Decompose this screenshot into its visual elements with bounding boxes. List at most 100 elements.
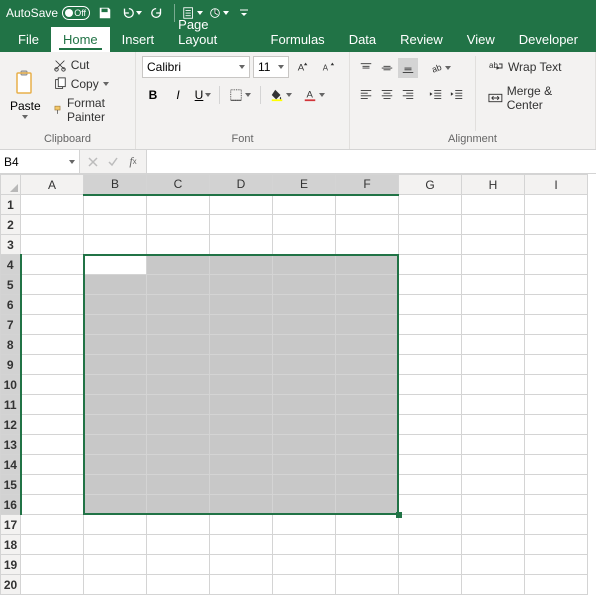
cell[interactable]	[525, 315, 588, 335]
cell[interactable]	[525, 295, 588, 315]
decrease-font-button[interactable]: A	[317, 56, 339, 78]
cell[interactable]	[210, 555, 273, 575]
bold-button[interactable]: B	[142, 84, 164, 106]
underline-button[interactable]: U	[192, 84, 214, 106]
italic-button[interactable]: I	[167, 84, 189, 106]
cell[interactable]	[336, 575, 399, 595]
align-middle-button[interactable]	[377, 58, 397, 78]
cell[interactable]	[525, 355, 588, 375]
cell[interactable]	[273, 495, 336, 515]
cell[interactable]	[336, 535, 399, 555]
tab-page-layout[interactable]: Page Layout	[166, 12, 258, 52]
cell[interactable]	[462, 515, 525, 535]
cell[interactable]	[21, 375, 84, 395]
cell[interactable]	[84, 415, 147, 435]
cell[interactable]	[273, 515, 336, 535]
cell[interactable]	[525, 395, 588, 415]
cell[interactable]	[147, 555, 210, 575]
cell[interactable]	[147, 375, 210, 395]
wrap-text-button[interactable]: ab Wrap Text	[484, 58, 589, 76]
column-header[interactable]: F	[336, 175, 399, 195]
cell[interactable]	[273, 455, 336, 475]
cell[interactable]	[462, 215, 525, 235]
paste-button[interactable]: Paste	[6, 56, 45, 131]
cell[interactable]	[273, 535, 336, 555]
tab-data[interactable]: Data	[337, 27, 388, 52]
cell[interactable]	[273, 335, 336, 355]
cell[interactable]	[525, 515, 588, 535]
cell[interactable]	[399, 555, 462, 575]
cell[interactable]	[525, 475, 588, 495]
cell[interactable]	[210, 355, 273, 375]
cell[interactable]	[21, 275, 84, 295]
name-box-input[interactable]	[4, 155, 58, 169]
row-header[interactable]: 13	[1, 435, 21, 455]
font-name-combo[interactable]: Calibri	[142, 56, 250, 78]
cell[interactable]	[399, 475, 462, 495]
cut-button[interactable]: Cut	[49, 56, 129, 74]
cell[interactable]	[462, 475, 525, 495]
cell[interactable]	[210, 215, 273, 235]
cell[interactable]	[462, 295, 525, 315]
cell[interactable]	[399, 355, 462, 375]
cell[interactable]	[399, 575, 462, 595]
tab-formulas[interactable]: Formulas	[259, 27, 337, 52]
cell[interactable]	[210, 255, 273, 275]
cell[interactable]	[336, 335, 399, 355]
cell[interactable]	[84, 235, 147, 255]
cell[interactable]	[525, 335, 588, 355]
cell[interactable]	[462, 315, 525, 335]
row-header[interactable]: 12	[1, 415, 21, 435]
row-header[interactable]: 5	[1, 275, 21, 295]
cell[interactable]	[273, 315, 336, 335]
redo-button[interactable]	[146, 2, 168, 24]
cell[interactable]	[525, 455, 588, 475]
tab-review[interactable]: Review	[388, 27, 455, 52]
cell[interactable]	[210, 535, 273, 555]
cell[interactable]	[462, 335, 525, 355]
column-header[interactable]: I	[525, 175, 588, 195]
cell[interactable]	[84, 455, 147, 475]
cell[interactable]	[462, 415, 525, 435]
cell[interactable]	[399, 275, 462, 295]
font-size-combo[interactable]: 11	[253, 56, 289, 78]
cell[interactable]	[21, 495, 84, 515]
cell[interactable]	[336, 255, 399, 275]
cell[interactable]	[210, 335, 273, 355]
cell[interactable]	[399, 515, 462, 535]
cell[interactable]	[147, 495, 210, 515]
cell[interactable]	[84, 575, 147, 595]
fill-color-button[interactable]	[266, 84, 296, 106]
undo-button[interactable]	[120, 2, 142, 24]
cell[interactable]	[84, 475, 147, 495]
cell[interactable]	[210, 495, 273, 515]
cell[interactable]	[147, 255, 210, 275]
align-left-button[interactable]	[356, 84, 376, 104]
cell[interactable]	[21, 535, 84, 555]
cell[interactable]	[21, 335, 84, 355]
cell[interactable]	[147, 415, 210, 435]
cell[interactable]	[336, 395, 399, 415]
cell[interactable]	[399, 415, 462, 435]
cell[interactable]	[273, 255, 336, 275]
cell[interactable]	[147, 515, 210, 535]
cell[interactable]	[147, 475, 210, 495]
cell[interactable]	[336, 195, 399, 215]
cell[interactable]	[336, 295, 399, 315]
cell[interactable]	[147, 275, 210, 295]
cell[interactable]	[21, 235, 84, 255]
cell[interactable]	[462, 455, 525, 475]
cell[interactable]	[336, 495, 399, 515]
cell[interactable]	[462, 355, 525, 375]
cell[interactable]	[399, 375, 462, 395]
cell[interactable]	[399, 315, 462, 335]
row-header[interactable]: 18	[1, 535, 21, 555]
cell[interactable]	[210, 375, 273, 395]
tab-file[interactable]: File	[6, 27, 51, 52]
cell[interactable]	[273, 275, 336, 295]
cell[interactable]	[273, 435, 336, 455]
cell[interactable]	[273, 195, 336, 215]
cell[interactable]	[21, 575, 84, 595]
cell[interactable]	[336, 515, 399, 535]
cell[interactable]	[525, 555, 588, 575]
